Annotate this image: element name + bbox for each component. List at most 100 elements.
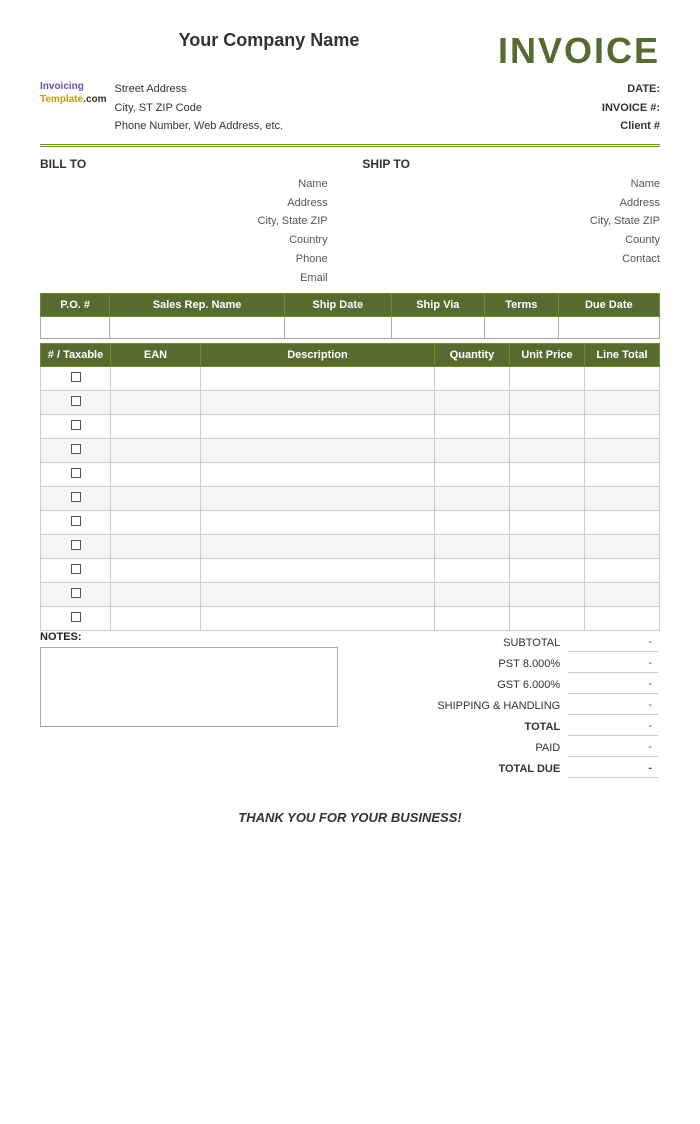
quantity-cell[interactable] [435, 391, 510, 415]
linetotal-cell[interactable] [585, 607, 660, 631]
total-row: TOTAL - [364, 717, 658, 736]
quantity-cell[interactable] [435, 487, 510, 511]
unitprice-cell[interactable] [510, 607, 585, 631]
table-row [41, 463, 660, 487]
unitprice-cell[interactable] [510, 583, 585, 607]
linetotal-cell[interactable] [585, 487, 660, 511]
taxable-checkbox[interactable] [71, 420, 81, 430]
linetotal-cell[interactable] [585, 439, 660, 463]
taxable-checkbox[interactable] [71, 396, 81, 406]
taxable-checkbox[interactable] [71, 468, 81, 478]
linetotal-cell[interactable] [585, 415, 660, 439]
description-cell[interactable] [201, 367, 435, 391]
gst-value: - [568, 675, 658, 694]
taxable-checkbox-cell[interactable] [41, 583, 111, 607]
ean-cell[interactable] [111, 463, 201, 487]
unitprice-cell[interactable] [510, 367, 585, 391]
po-value[interactable] [41, 317, 110, 339]
quantity-cell[interactable] [435, 607, 510, 631]
shipping-value: - [568, 696, 658, 715]
taxable-checkbox-cell[interactable] [41, 439, 111, 463]
linetotal-cell[interactable] [585, 559, 660, 583]
ean-cell[interactable] [111, 487, 201, 511]
table-row [41, 367, 660, 391]
terms-value[interactable] [484, 317, 558, 339]
col-unitprice: Unit Price [510, 344, 585, 367]
salesrep-value[interactable] [110, 317, 285, 339]
unitprice-cell[interactable] [510, 391, 585, 415]
quantity-cell[interactable] [435, 463, 510, 487]
unitprice-cell[interactable] [510, 415, 585, 439]
thank-you: THANK YOU FOR YOUR BUSINESS! [40, 810, 660, 825]
quantity-cell[interactable] [435, 439, 510, 463]
description-cell[interactable] [201, 607, 435, 631]
taxable-checkbox[interactable] [71, 444, 81, 454]
quantity-cell[interactable] [435, 511, 510, 535]
ean-cell[interactable] [111, 439, 201, 463]
ean-cell[interactable] [111, 607, 201, 631]
description-cell[interactable] [201, 415, 435, 439]
description-cell[interactable] [201, 391, 435, 415]
shipdate-value[interactable] [284, 317, 391, 339]
linetotal-cell[interactable] [585, 535, 660, 559]
quantity-cell[interactable] [435, 559, 510, 583]
taxable-checkbox-cell[interactable] [41, 463, 111, 487]
description-cell[interactable] [201, 535, 435, 559]
taxable-checkbox[interactable] [71, 564, 81, 574]
linetotal-cell[interactable] [585, 511, 660, 535]
description-cell[interactable] [201, 583, 435, 607]
col-linetotal: Line Total [585, 344, 660, 367]
description-cell[interactable] [201, 487, 435, 511]
table-row [41, 559, 660, 583]
taxable-checkbox[interactable] [71, 372, 81, 382]
unitprice-cell[interactable] [510, 559, 585, 583]
taxable-checkbox-cell[interactable] [41, 511, 111, 535]
ean-cell[interactable] [111, 415, 201, 439]
taxable-checkbox-cell[interactable] [41, 415, 111, 439]
unitprice-cell[interactable] [510, 487, 585, 511]
table-row [41, 607, 660, 631]
linetotal-cell[interactable] [585, 583, 660, 607]
total-value: - [568, 717, 658, 736]
notes-box[interactable] [40, 647, 338, 727]
quantity-cell[interactable] [435, 583, 510, 607]
ean-cell[interactable] [111, 559, 201, 583]
col-terms: Terms [484, 294, 558, 317]
taxable-checkbox-cell[interactable] [41, 367, 111, 391]
linetotal-cell[interactable] [585, 463, 660, 487]
taxable-checkbox[interactable] [71, 612, 81, 622]
taxable-checkbox[interactable] [71, 516, 81, 526]
paid-value: - [568, 738, 658, 757]
ean-cell[interactable] [111, 583, 201, 607]
shipvia-value[interactable] [391, 317, 484, 339]
taxable-checkbox[interactable] [71, 492, 81, 502]
unitprice-cell[interactable] [510, 463, 585, 487]
taxable-checkbox[interactable] [71, 540, 81, 550]
quantity-cell[interactable] [435, 367, 510, 391]
ean-cell[interactable] [111, 511, 201, 535]
taxable-checkbox[interactable] [71, 588, 81, 598]
quantity-cell[interactable] [435, 535, 510, 559]
description-cell[interactable] [201, 439, 435, 463]
description-cell[interactable] [201, 511, 435, 535]
date-label: DATE: [602, 80, 660, 99]
taxable-checkbox-cell[interactable] [41, 487, 111, 511]
items-table: # / Taxable EAN Description Quantity Uni… [40, 343, 660, 631]
unitprice-cell[interactable] [510, 511, 585, 535]
taxable-checkbox-cell[interactable] [41, 391, 111, 415]
unitprice-cell[interactable] [510, 535, 585, 559]
duedate-value[interactable] [558, 317, 659, 339]
taxable-checkbox-cell[interactable] [41, 607, 111, 631]
taxable-checkbox-cell[interactable] [41, 559, 111, 583]
ean-cell[interactable] [111, 367, 201, 391]
invoice-num-label: INVOICE #: [602, 99, 660, 118]
quantity-cell[interactable] [435, 415, 510, 439]
ean-cell[interactable] [111, 535, 201, 559]
linetotal-cell[interactable] [585, 391, 660, 415]
description-cell[interactable] [201, 559, 435, 583]
ean-cell[interactable] [111, 391, 201, 415]
taxable-checkbox-cell[interactable] [41, 535, 111, 559]
linetotal-cell[interactable] [585, 367, 660, 391]
description-cell[interactable] [201, 463, 435, 487]
unitprice-cell[interactable] [510, 439, 585, 463]
